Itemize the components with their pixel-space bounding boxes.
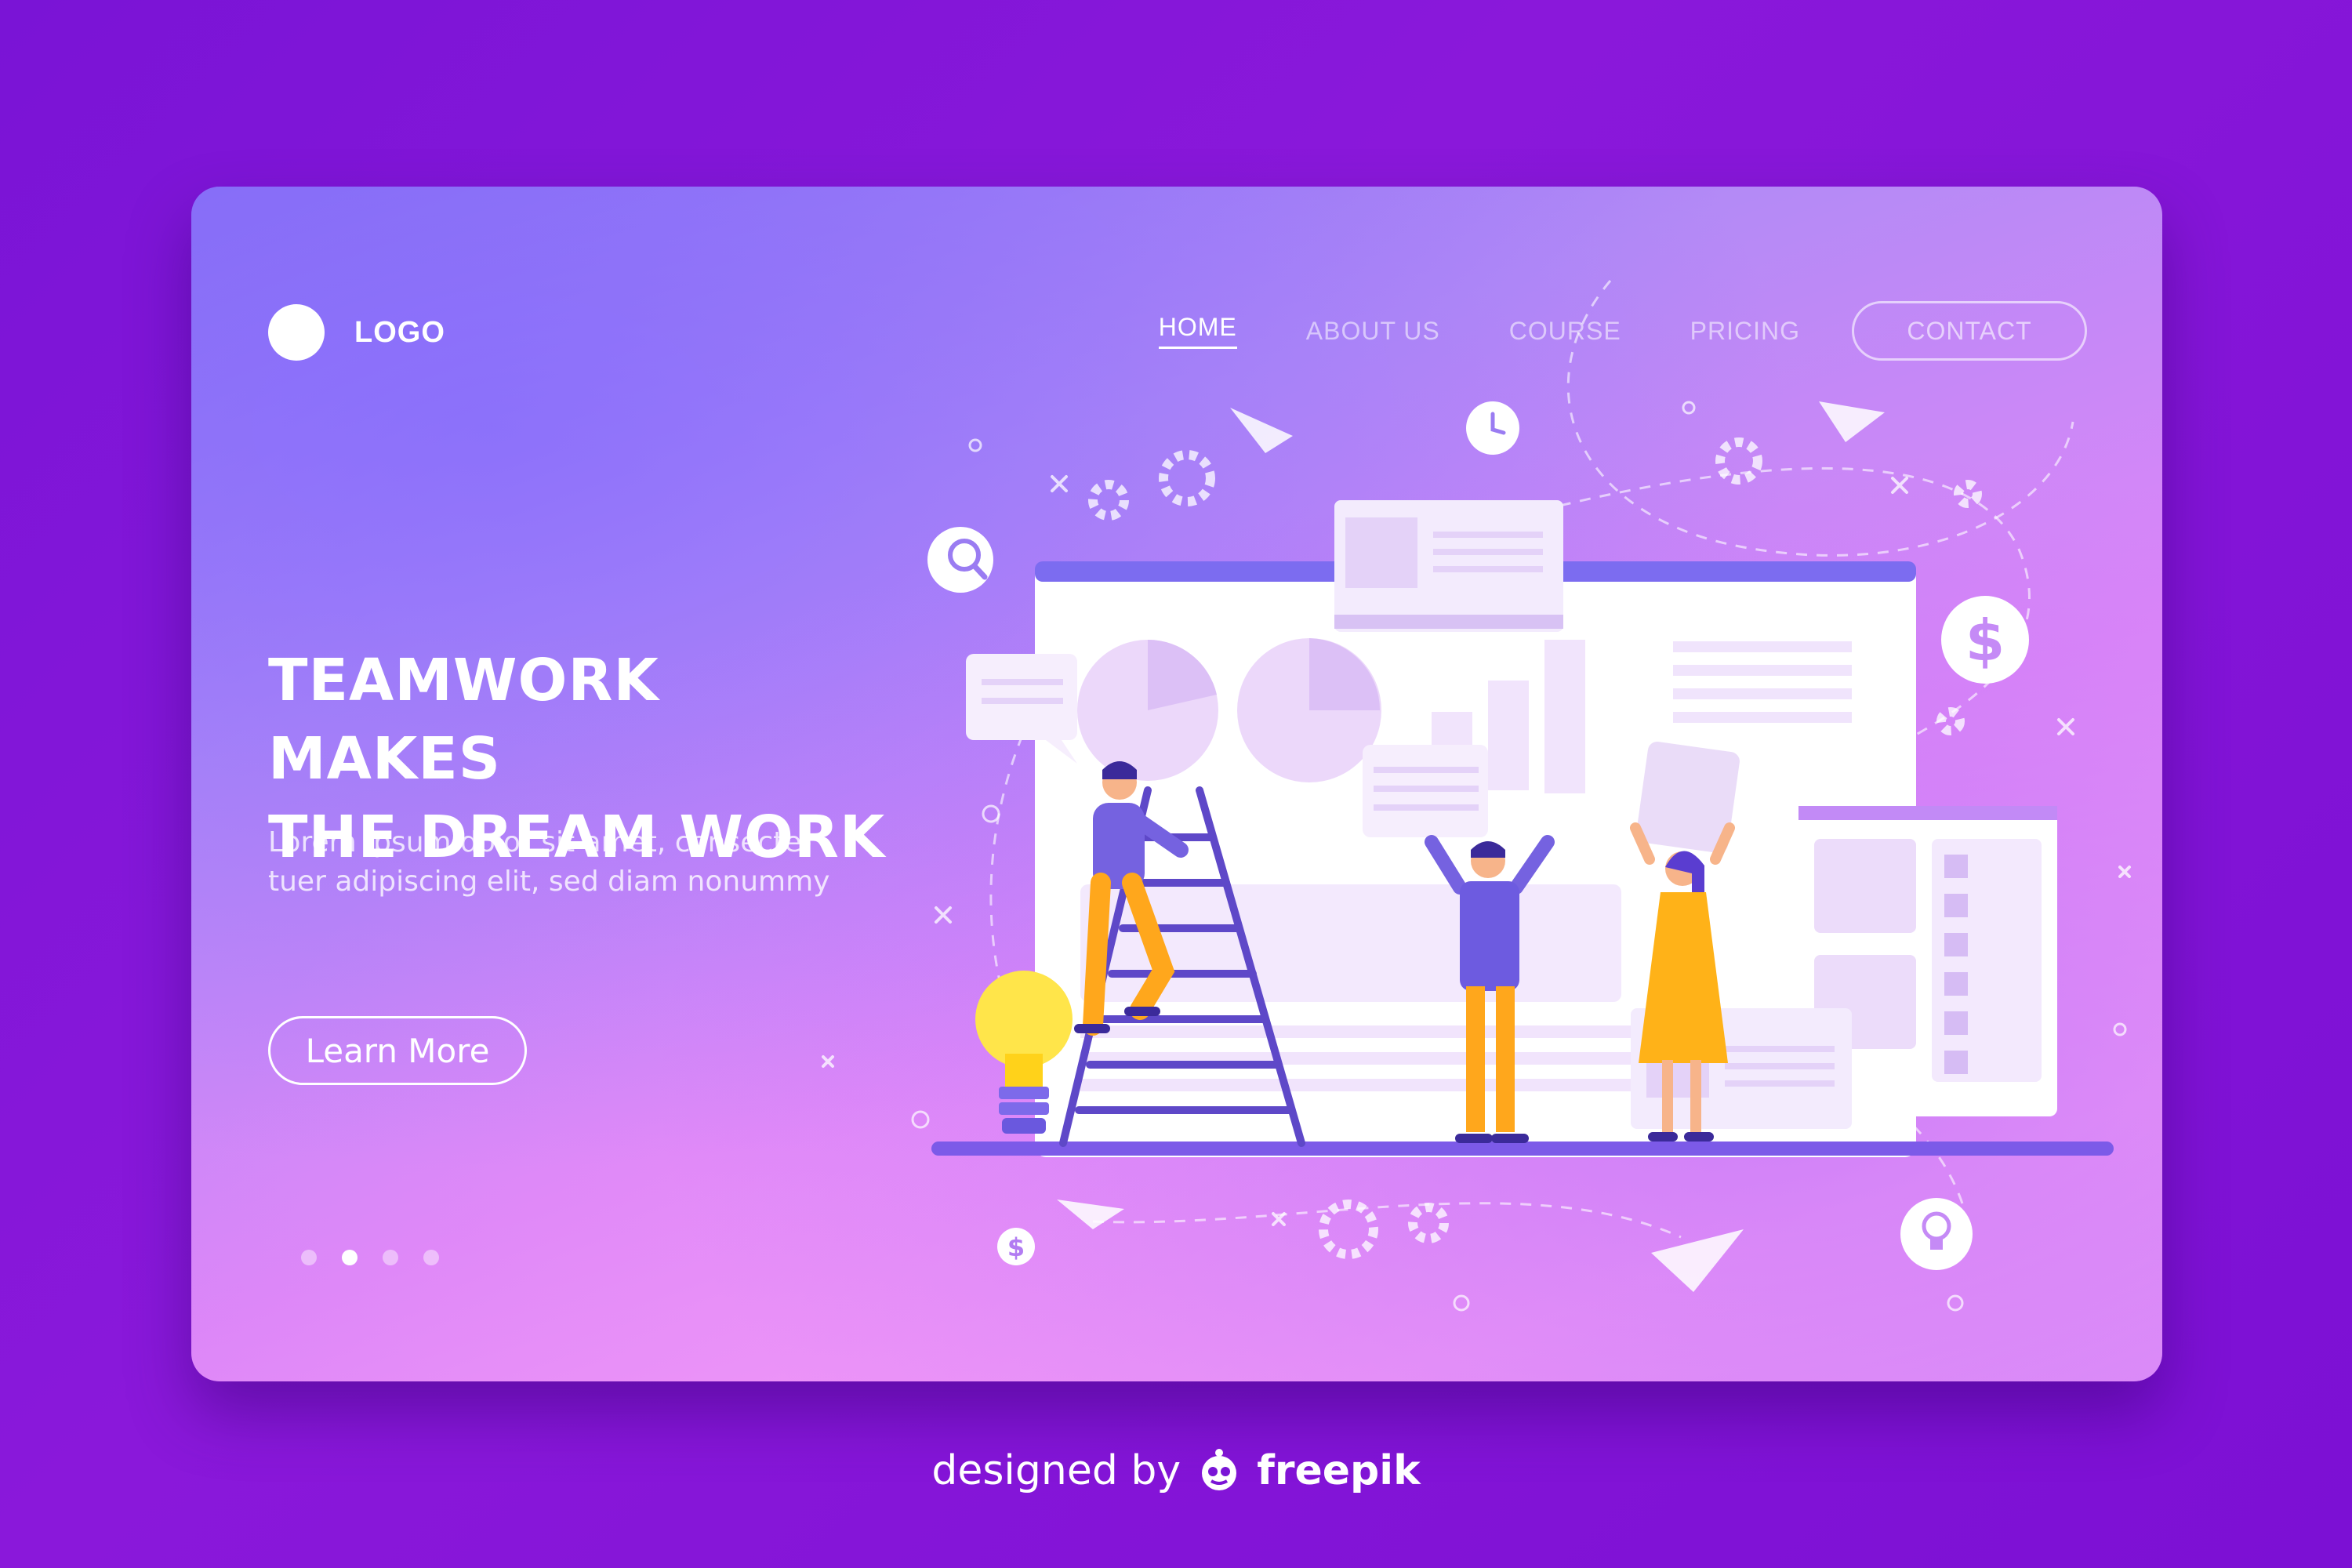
credit-line[interactable]: designed by freepik (0, 1447, 2352, 1494)
speech-bubble (1363, 745, 1488, 837)
paper-plane-icon (1651, 1229, 1744, 1292)
circle-decoration (1682, 401, 1696, 415)
brand-logo[interactable]: LOGO (268, 304, 445, 361)
cross-decoration (2118, 866, 2131, 878)
nav-about-us[interactable]: ABOUT US (1306, 317, 1440, 346)
credit-prefix: designed by (931, 1447, 1181, 1494)
gear-icon (1715, 437, 1762, 485)
floating-card (1334, 500, 1563, 632)
hero-subtext: Lorem ipsum dolor sit amet, consecte- tu… (268, 823, 880, 902)
contact-button[interactable]: CONTACT (1852, 301, 2087, 361)
credit-brand: freepik (1257, 1447, 1421, 1494)
landing-card: $ $ LOGO HOME ABOUT US COURSE PRICING CO… (191, 187, 2162, 1381)
learn-more-label: Learn More (305, 1031, 490, 1070)
cross-decoration (935, 906, 952, 924)
carousel-dot[interactable] (342, 1250, 358, 1265)
dashed-path (1092, 1202, 1682, 1239)
circle-decoration (2113, 1022, 2127, 1036)
contact-button-label: CONTACT (1907, 316, 2032, 345)
gear-icon (1408, 1203, 1449, 1243)
carousel-dot[interactable] (301, 1250, 317, 1265)
freepik-logo-icon (1201, 1449, 1236, 1490)
subtext-line-2: tuer adipiscing elit, sed diam nonummy (268, 866, 830, 898)
headline-line-1: TEAMWORK MAKES (268, 647, 659, 793)
cross-decoration (2057, 718, 2074, 735)
circle-decoration (982, 804, 1000, 823)
carousel-dot[interactable] (383, 1250, 398, 1265)
gear-icon (1319, 1200, 1378, 1259)
search-icon (927, 527, 993, 593)
gear-icon (1159, 450, 1215, 506)
cross-decoration (1891, 477, 1908, 494)
speech-bubble (966, 654, 1077, 764)
nav-course[interactable]: COURSE (1509, 317, 1621, 346)
svg-text:$: $ (1007, 1232, 1025, 1262)
circle-decoration (1453, 1294, 1470, 1312)
lightbulb-icon (1900, 1198, 1973, 1270)
gear-icon (1088, 480, 1129, 521)
gear-icon (1954, 480, 1982, 508)
circle-decoration (1947, 1294, 1964, 1312)
learn-more-button[interactable]: Learn More (268, 1016, 527, 1085)
logo-text: LOGO (354, 315, 445, 349)
paper-plane-icon (1819, 401, 1885, 442)
nav-pricing[interactable]: PRICING (1690, 317, 1800, 346)
paper-plane-icon (1057, 1200, 1124, 1229)
svg-text:$: $ (1965, 608, 2005, 673)
logo-mark (268, 304, 325, 361)
main-nav: HOME ABOUT US COURSE PRICING CONTACT (1090, 301, 2087, 361)
carousel-dots (301, 1250, 439, 1265)
carousel-dot[interactable] (423, 1250, 439, 1265)
paper-plane-icon (1230, 408, 1293, 453)
cross-decoration (1051, 475, 1068, 492)
cross-decoration (822, 1055, 834, 1068)
gear-icon (1936, 707, 1965, 735)
subtext-line-1: Lorem ipsum dolor sit amet, consecte- (268, 826, 812, 858)
nav-home[interactable]: HOME (1158, 313, 1237, 349)
circle-decoration (968, 438, 982, 452)
floor-line (931, 1142, 2114, 1156)
circle-decoration (911, 1110, 930, 1129)
